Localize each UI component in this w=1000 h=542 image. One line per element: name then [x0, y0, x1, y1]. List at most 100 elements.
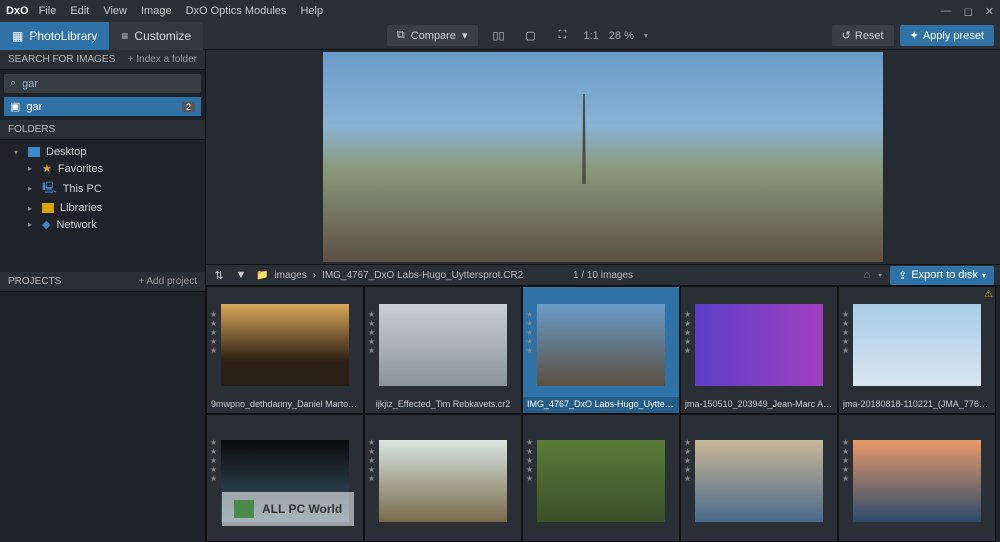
tree-item-desktop[interactable]: ▾ Desktop	[0, 144, 205, 160]
reset-label: Reset	[855, 30, 884, 42]
content-area: ⇅ ▼ 📁 images › IMG_4767_DxO Labs-Hugo_Uy…	[206, 50, 1000, 542]
thumb-image	[537, 304, 665, 386]
zoom-percent[interactable]: 28 %	[609, 30, 634, 42]
close-icon[interactable]: ✕	[985, 5, 994, 18]
caret-right-icon[interactable]: ▸	[28, 220, 36, 229]
tree-label: Libraries	[60, 202, 102, 214]
undo-icon: ↺	[842, 29, 851, 42]
zoom-ratio[interactable]: 1:1	[584, 30, 599, 42]
folder-icon	[42, 203, 54, 213]
rating-stars[interactable]: ★★★★★	[842, 311, 849, 355]
tab-label: PhotoLibrary	[29, 29, 97, 43]
search-panel-header: SEARCH FOR IMAGES + Index a folder	[0, 50, 205, 70]
rating-stars[interactable]: ★★★★★	[842, 439, 849, 483]
search-box[interactable]: ⌕	[4, 74, 201, 93]
tree-label: Network	[56, 219, 96, 231]
thumbnail[interactable]: ★★★★★	[838, 414, 996, 542]
thumb-image	[695, 440, 823, 522]
tab-photolibrary[interactable]: ▦ PhotoLibrary	[0, 22, 109, 50]
sort-icon[interactable]: ⇅	[212, 264, 226, 286]
rating-stars[interactable]: ★★★★★	[210, 311, 217, 355]
rating-stars[interactable]: ★★★★★	[526, 311, 533, 355]
chevron-down-icon: ▾	[982, 271, 986, 280]
menu-file[interactable]: File	[39, 5, 57, 17]
rating-stars[interactable]: ★★★★★	[210, 439, 217, 483]
chevron-down-icon[interactable]: ▾	[878, 271, 882, 280]
tab-customize[interactable]: ≡ Customize	[109, 22, 203, 50]
breadcrumb-folder[interactable]: images	[274, 270, 306, 281]
rating-stars[interactable]: ★★★★★	[684, 439, 691, 483]
menu-optics[interactable]: DxO Optics Modules	[186, 5, 287, 17]
tree-item-thispc[interactable]: ▸ 🖳 This PC	[0, 177, 205, 200]
filter-icon[interactable]: ▼	[234, 264, 248, 286]
thumbnail[interactable]: ★★★★★	[364, 414, 522, 542]
folders-panel-header: FOLDERS	[0, 120, 205, 140]
add-project-action[interactable]: + Add project	[138, 276, 197, 287]
thumbnail[interactable]: ★★★★★9mwpno_dethdanny_Daniel Marto.nef	[206, 286, 364, 414]
window-controls: — ◻ ✕	[941, 5, 994, 18]
index-folder-action[interactable]: + Index a folder	[128, 54, 197, 65]
home-icon[interactable]: ⌂	[863, 269, 870, 281]
caret-right-icon[interactable]: ▸	[28, 184, 36, 193]
image-icon: ▣	[10, 100, 20, 113]
filmstrip-header: ⇅ ▼ 📁 images › IMG_4767_DxO Labs-Hugo_Uy…	[206, 264, 1000, 286]
thumb-filename: IMG_4767_DxO Labs-Hugo_Uyttersprot.CR2	[523, 397, 679, 413]
single-view-icon[interactable]: ▢	[520, 25, 542, 47]
projects-empty	[0, 292, 205, 542]
apply-preset-button[interactable]: ✦ Apply preset	[900, 25, 994, 46]
split-view-icon[interactable]: ▯▯	[488, 25, 510, 47]
tree-item-libraries[interactable]: ▸ Libraries	[0, 200, 205, 216]
result-count-badge: 2	[182, 102, 195, 112]
tree-label: Favorites	[58, 163, 103, 175]
app-logo: DxO	[6, 5, 29, 17]
image-counter: 1 / 10 images	[573, 270, 633, 281]
breadcrumb-file: IMG_4767_DxO Labs-Hugo_Uyttersprot.CR2	[322, 270, 523, 281]
search-input[interactable]	[22, 78, 195, 90]
thumbnail[interactable]: ★★★★★ IMG_4767_DxO Labs-Hugo_Uyttersprot.…	[522, 286, 680, 414]
rating-stars[interactable]: ★★★★★	[368, 311, 375, 355]
tree-item-network[interactable]: ▸ ◆ Network	[0, 216, 205, 233]
thumb-image	[221, 304, 349, 386]
chevron-down-icon[interactable]: ▾	[644, 31, 648, 40]
titlebar: DxO File Edit View Image DxO Optics Modu…	[0, 0, 1000, 22]
thumb-image	[853, 440, 981, 522]
thumb-filename: jma-150510_203949_Jean-Marc Alexia.NEF	[681, 397, 837, 413]
rating-stars[interactable]: ★★★★★	[368, 439, 375, 483]
tree-label: This PC	[63, 183, 102, 195]
export-button[interactable]: ⇪ Export to disk ▾	[890, 266, 994, 285]
preview-image	[323, 52, 883, 262]
projects-panel-header: PROJECTS + Add project	[0, 272, 205, 292]
preview-pane[interactable]	[206, 50, 1000, 264]
thumbnail[interactable]: ★★★★★	[522, 414, 680, 542]
menubar: File Edit View Image DxO Optics Modules …	[39, 5, 323, 17]
minimize-icon[interactable]: —	[941, 5, 952, 18]
fit-icon[interactable]: ⛶	[552, 25, 574, 47]
thumb-filename: ijkjiz_Effected_Tim Rebkavets.cr2	[365, 397, 521, 413]
rating-stars[interactable]: ★★★★★	[684, 311, 691, 355]
caret-right-icon[interactable]: ▸	[28, 164, 36, 173]
search-result-row[interactable]: ▣ gar 2	[4, 97, 201, 116]
caret-down-icon[interactable]: ▾	[14, 148, 22, 157]
thumbnail[interactable]: ★★★★★ jma-150510_203949_Jean-Marc Alexia.…	[680, 286, 838, 414]
menu-help[interactable]: Help	[300, 5, 323, 17]
folder-icon	[28, 147, 40, 157]
apply-label: Apply preset	[923, 30, 984, 42]
toolbar-right: ↺ Reset ✦ Apply preset	[832, 25, 1000, 46]
search-icon: ⌕	[10, 77, 16, 90]
menu-image[interactable]: Image	[141, 5, 172, 17]
reset-button[interactable]: ↺ Reset	[832, 25, 894, 46]
thumbnail[interactable]: ★★★★★	[680, 414, 838, 542]
menu-view[interactable]: View	[103, 5, 127, 17]
thumbnail[interactable]: ★★★★★⚠jma-20180818-110221_(JMA_7768).NEF	[838, 286, 996, 414]
compare-button[interactable]: ⧉ Compare ▾	[387, 25, 478, 46]
menu-edit[interactable]: Edit	[70, 5, 89, 17]
thumbnail[interactable]: ★★★★★ ijkjiz_Effected_Tim Rebkavets.cr2	[364, 286, 522, 414]
caret-right-icon[interactable]: ▸	[28, 204, 36, 213]
thumb-image	[695, 304, 823, 386]
maximize-icon[interactable]: ◻	[964, 5, 973, 18]
main-area: SEARCH FOR IMAGES + Index a folder ⌕ ▣ g…	[0, 50, 1000, 542]
rating-stars[interactable]: ★★★★★	[526, 439, 533, 483]
tree-item-favorites[interactable]: ▸ ★ Favorites	[0, 160, 205, 177]
folder-tree: ▾ Desktop ▸ ★ Favorites ▸ 🖳 This PC ▸ Li…	[0, 140, 205, 237]
projects-header-label: PROJECTS	[8, 276, 61, 287]
